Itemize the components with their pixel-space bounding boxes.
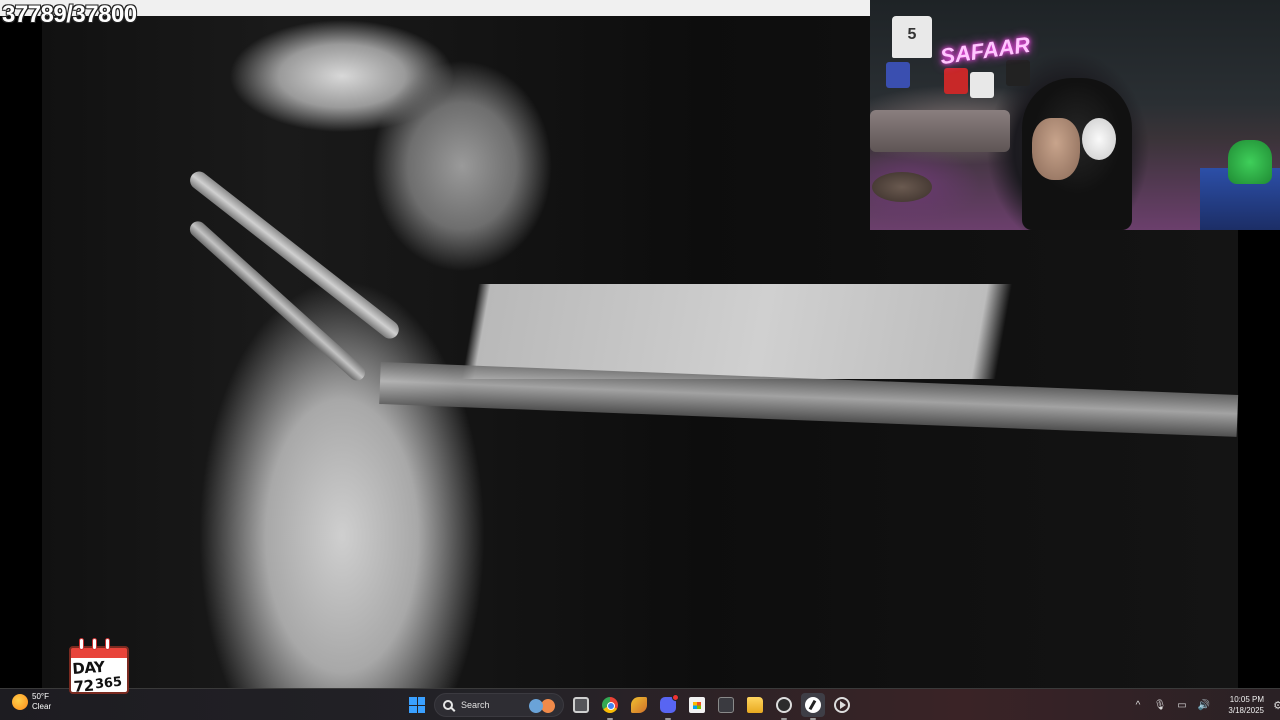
network-icon[interactable]: ▭ [1174, 693, 1190, 717]
day-tracker-badge: DAY 72 365 [69, 638, 129, 696]
couch [870, 110, 1010, 152]
notification-icon[interactable]: ⚙ [1270, 693, 1280, 717]
obs-icon [776, 697, 792, 713]
webcam-overlay: 5 SAFAAR [870, 0, 1280, 230]
weather-moon-icon [12, 694, 28, 710]
rug [872, 172, 932, 202]
wall-jersey-white [970, 72, 994, 98]
chrome-button[interactable] [598, 693, 622, 720]
taskbar: Search ^ 🎙 ▭ 🔊 10:05 PM 3/18/2025 ⚙ [0, 688, 1280, 720]
windows-icon [409, 697, 425, 713]
taskbar-search[interactable]: Search [434, 693, 564, 717]
weather-condition: Clear [32, 702, 52, 711]
task-view-icon [573, 697, 589, 713]
search-highlight-icon [527, 698, 557, 714]
clock-time: 10:05 PM [1229, 695, 1264, 704]
terminal-icon [718, 697, 734, 713]
clock-date: 3/18/2025 [1228, 706, 1264, 715]
weather-text: 50°F Clear [32, 692, 51, 712]
leaf-app-icon [631, 697, 647, 713]
store-button[interactable] [685, 693, 709, 717]
task-view-button[interactable] [569, 693, 593, 717]
obs-button[interactable] [772, 693, 796, 720]
streamer-face [1032, 118, 1080, 180]
discord-button[interactable] [656, 693, 680, 720]
app-leaf-button[interactable] [627, 693, 651, 717]
day-total: 365 [94, 674, 123, 693]
store-icon [689, 697, 705, 713]
media-player-button[interactable] [830, 693, 854, 717]
volume-icon[interactable]: 🔊 [1196, 693, 1212, 717]
chevron-up-icon[interactable]: ^ [1130, 693, 1146, 717]
weather-temperature: 50°F [32, 692, 49, 701]
search-icon [443, 700, 453, 710]
clock[interactable]: 10:05 PM 3/18/2025 [1222, 694, 1264, 716]
headphones [1082, 118, 1116, 160]
search-label: Search [461, 700, 490, 710]
compass-app-icon [805, 697, 821, 713]
wall-jersey-black [1006, 60, 1030, 86]
wall-jersey-red [944, 68, 968, 94]
wall-jersey-blue [886, 62, 910, 88]
terminal-button[interactable] [714, 693, 738, 717]
green-plush [1228, 140, 1272, 184]
microphone-icon[interactable]: 🎙 [1152, 693, 1168, 717]
wall-jersey: 5 [892, 16, 932, 58]
system-tray: ^ 🎙 ▭ 🔊 10:05 PM 3/18/2025 ⚙ [1130, 693, 1280, 717]
play-icon [834, 697, 850, 713]
folder-icon [747, 697, 763, 713]
calendar-rings [79, 638, 110, 650]
chrome-icon [602, 697, 618, 713]
file-explorer-button[interactable] [743, 693, 767, 717]
notification-badge [672, 694, 679, 701]
weather-widget[interactable]: 50°F Clear [12, 692, 51, 712]
progress-counter: 37789/37800 [2, 1, 137, 28]
start-button[interactable] [405, 693, 429, 717]
taskbar-apps: Search [405, 693, 854, 720]
active-app-button[interactable] [801, 693, 825, 720]
